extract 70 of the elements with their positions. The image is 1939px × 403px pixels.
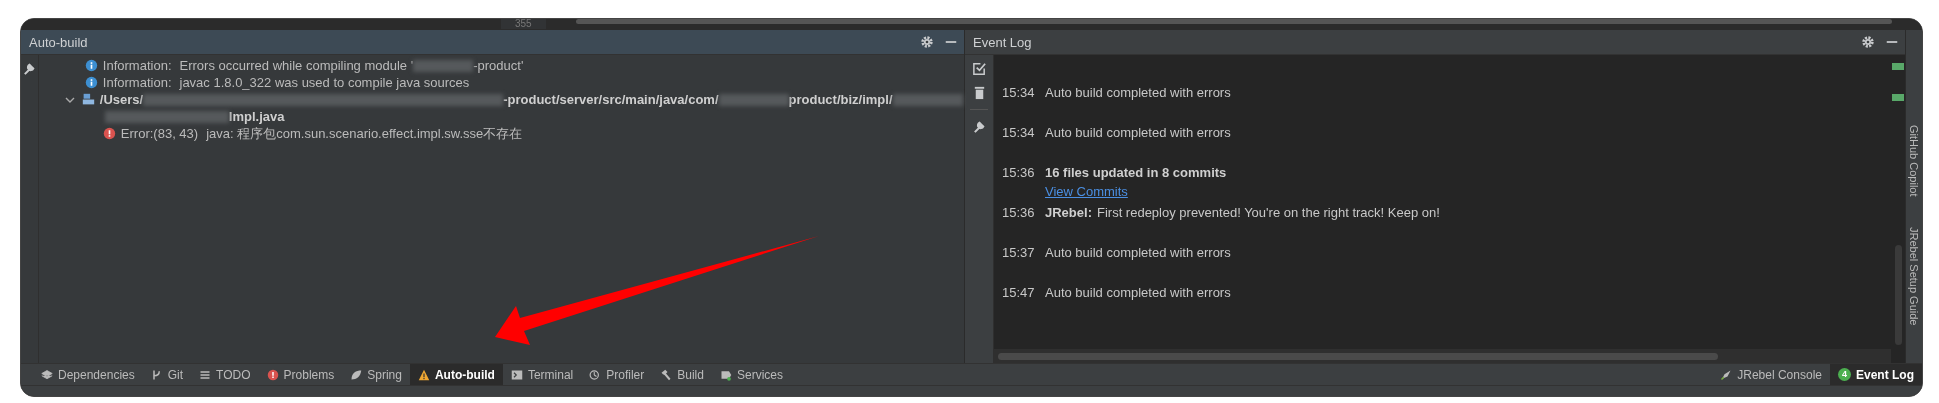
java-file-icon [81, 93, 95, 106]
log-message: Auto build completed with errors [1045, 245, 1231, 260]
log-message: Auto build completed with errors [1045, 125, 1231, 140]
services-icon [719, 368, 732, 381]
file-path: /Users/ [99, 92, 144, 107]
checkbox-icon[interactable] [971, 61, 987, 76]
settings-icon[interactable] [920, 35, 934, 49]
log-time: 15:34 [1002, 85, 1035, 100]
log-time: 15:37 [1002, 245, 1035, 260]
file-path: product/biz/impl/ [788, 92, 893, 107]
error-icon [266, 368, 279, 381]
log-time: 15:34 [1002, 125, 1035, 140]
tool-tab[interactable]: Profiler [581, 364, 653, 385]
branch-icon [150, 368, 163, 381]
message-label: Information: [102, 75, 172, 90]
terminal-icon [510, 368, 523, 381]
tool-tab[interactable]: Git [142, 364, 192, 385]
blurred-text [892, 93, 963, 106]
log-time: 15:47 [1002, 285, 1035, 300]
wrench-icon[interactable] [971, 119, 987, 134]
tool-tab[interactable]: Dependencies [33, 364, 143, 385]
tool-tab[interactable]: 4 Event Log [1830, 364, 1922, 385]
log-time: 15:36 [1002, 205, 1035, 220]
tool-tab[interactable]: Terminal [502, 364, 582, 385]
message-text: Errors occurred while compiling module ' [179, 58, 414, 73]
log-time: 15:36 [1002, 165, 1035, 180]
tool-tab[interactable]: JRebel Console [1712, 364, 1830, 385]
log-message: First redeploy prevented! You're on the right track! Keep on! [1096, 205, 1440, 220]
panel-title: Event Log [973, 34, 1033, 50]
panel-title: Auto-build [29, 34, 89, 50]
file-path: -product/server/src/main/java/com/ [503, 92, 719, 107]
scrollbar[interactable] [998, 352, 1718, 360]
blurred-text [413, 59, 474, 72]
tool-tab[interactable]: Build [652, 364, 712, 385]
list-icon [199, 368, 212, 381]
wrench-icon[interactable] [21, 61, 37, 76]
settings-icon[interactable] [1861, 35, 1875, 49]
side-tab[interactable]: JRebel Setup Guide [1908, 226, 1920, 325]
blurred-text [718, 93, 789, 106]
gauge-icon [589, 368, 602, 381]
line-number: 355 [501, 19, 546, 29]
view-commits-link[interactable]: View Commits [1045, 184, 1227, 199]
error-icon [102, 127, 116, 140]
error-text: java: 程序包com.sun.scenario.effect.impl.sw.sse不存在 [206, 124, 523, 143]
file-name: Impl.java [228, 109, 285, 124]
layers-icon [41, 368, 53, 381]
rocket-icon [1720, 368, 1733, 381]
log-title: JRebel: [1045, 205, 1092, 220]
hammer-icon [660, 368, 673, 381]
message-text: -product' [473, 58, 524, 73]
warning-icon [417, 368, 430, 381]
leaf-icon [350, 368, 363, 381]
info-icon [84, 59, 98, 72]
log-message: Auto build completed with errors [1045, 285, 1231, 300]
side-tab[interactable]: GitHub Copilot [1908, 125, 1920, 197]
log-message: Auto build completed with errors [1045, 85, 1231, 100]
change-marker [1892, 94, 1904, 101]
tool-tab[interactable]: TODO [191, 364, 259, 385]
tool-tab[interactable]: Problems [258, 364, 343, 385]
tool-tab[interactable]: Services [711, 364, 791, 385]
tool-tab[interactable]: Auto-build [409, 364, 503, 385]
log-title: 16 files updated in 8 commits [1045, 165, 1227, 180]
info-icon [84, 76, 98, 89]
tool-tab[interactable]: Spring [342, 364, 410, 385]
message-label: Information: [102, 58, 172, 73]
change-marker [1892, 63, 1904, 70]
scrollbar[interactable] [575, 19, 1892, 24]
error-label: Error:(83, 43) [120, 126, 199, 141]
count-badge: 4 [1838, 368, 1851, 381]
message-text: javac 1.8.0_322 was used to compile java sources [179, 75, 470, 90]
